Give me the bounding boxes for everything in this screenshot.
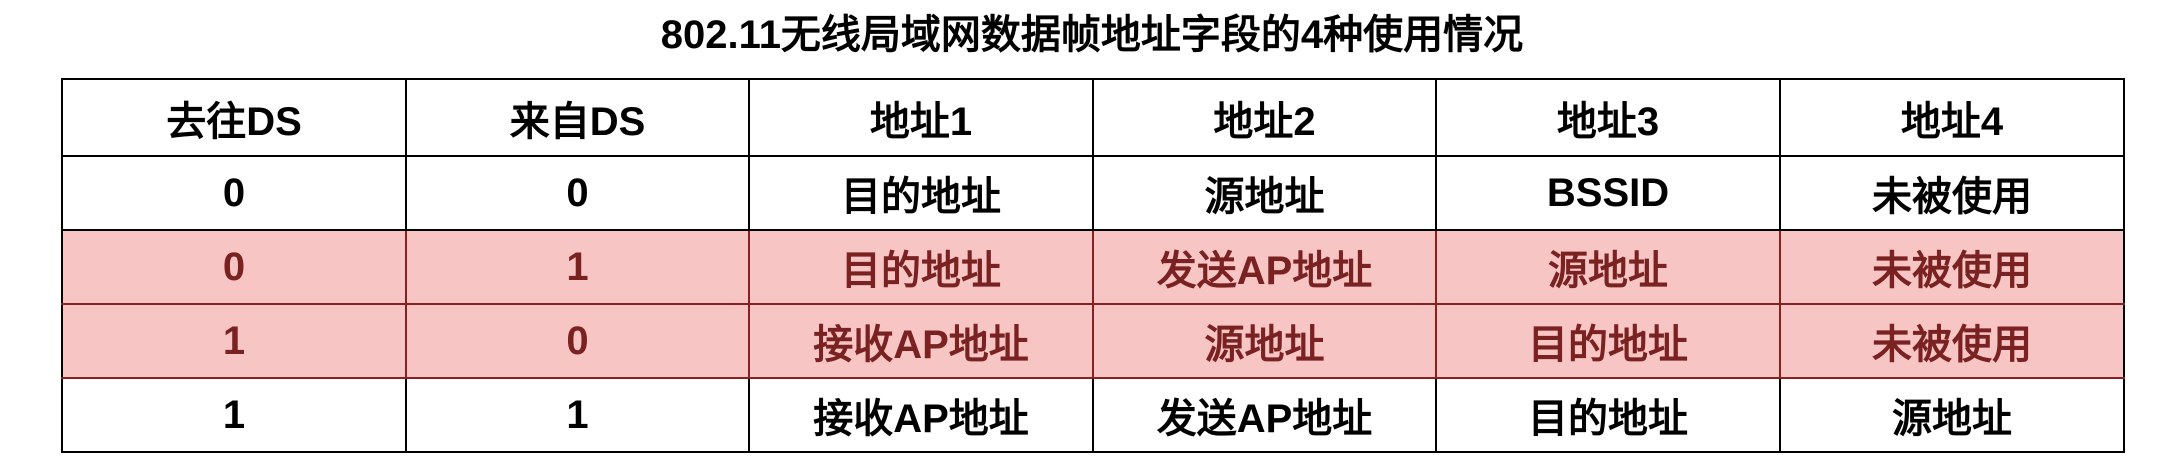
cell-address-3: 源地址: [1435, 229, 1781, 305]
cell-to-ds: 0: [61, 155, 407, 231]
cell-from-ds: 1: [405, 377, 750, 453]
cell-address-4: 未被使用: [1779, 155, 2125, 231]
cell-address-4: 源地址: [1779, 377, 2125, 453]
cell-address-4: 未被使用: [1779, 229, 2125, 305]
cell-address-2: 发送AP地址: [1092, 377, 1437, 453]
address-fields-table: 去往DS 来自DS 地址1 地址2 地址3 地址4 0 0 目的地址 源地址 B…: [61, 78, 2125, 453]
header-to-ds: 去往DS: [61, 78, 407, 157]
cell-address-1: 目的地址: [748, 155, 1094, 231]
cell-to-ds: 1: [61, 377, 407, 453]
cell-from-ds: 0: [405, 303, 750, 379]
cell-from-ds: 1: [405, 229, 750, 305]
header-address-4: 地址4: [1779, 78, 2125, 157]
table-row: 0 1 目的地址 发送AP地址 源地址 未被使用: [61, 229, 2125, 305]
cell-address-4: 未被使用: [1779, 303, 2125, 379]
cell-address-2: 源地址: [1092, 303, 1437, 379]
cell-address-1: 接收AP地址: [748, 303, 1094, 379]
cell-from-ds: 0: [405, 155, 750, 231]
cell-to-ds: 1: [61, 303, 407, 379]
cell-address-3: 目的地址: [1435, 377, 1781, 453]
cell-address-3: BSSID: [1435, 155, 1781, 231]
table-row: 1 1 接收AP地址 发送AP地址 目的地址 源地址: [61, 377, 2125, 453]
table-row: 0 0 目的地址 源地址 BSSID 未被使用: [61, 155, 2125, 231]
cell-address-2: 发送AP地址: [1092, 229, 1437, 305]
cell-address-1: 目的地址: [748, 229, 1094, 305]
table-header-row: 去往DS 来自DS 地址1 地址2 地址3 地址4: [61, 78, 2125, 157]
cell-to-ds: 0: [61, 229, 407, 305]
header-address-2: 地址2: [1092, 78, 1437, 157]
cell-address-1: 接收AP地址: [748, 377, 1094, 453]
table-row: 1 0 接收AP地址 源地址 目的地址 未被使用: [61, 303, 2125, 379]
header-from-ds: 来自DS: [405, 78, 750, 157]
cell-address-3: 目的地址: [1435, 303, 1781, 379]
cell-address-2: 源地址: [1092, 155, 1437, 231]
page-title: 802.11无线局域网数据帧地址字段的4种使用情况: [660, 13, 1524, 57]
header-address-1: 地址1: [748, 78, 1094, 157]
header-address-3: 地址3: [1435, 78, 1781, 157]
